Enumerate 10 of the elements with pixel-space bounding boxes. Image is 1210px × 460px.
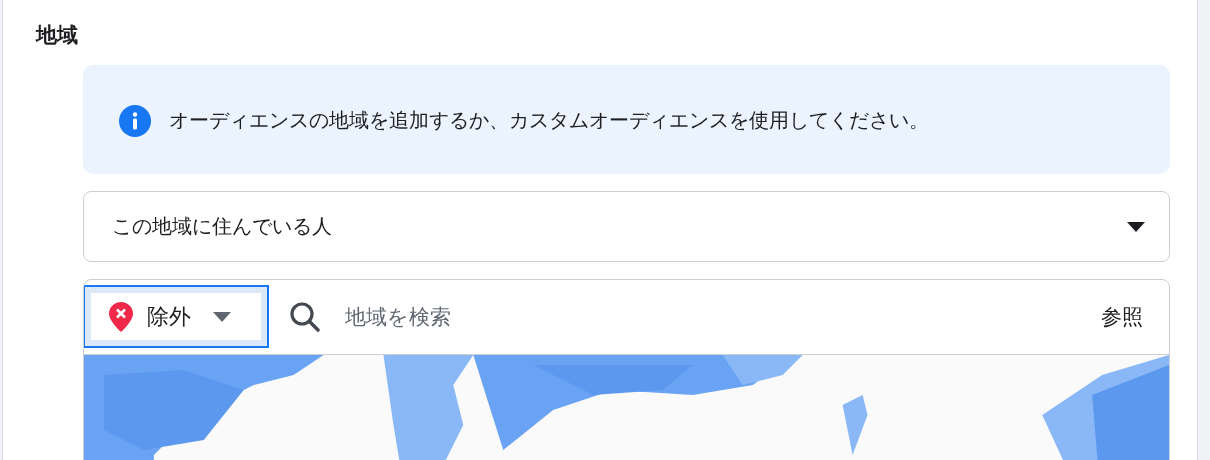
section-title: 地域 [36,22,79,49]
exclude-dropdown[interactable]: 除外 [84,285,269,348]
caret-icon [213,311,231,322]
caret-icon [1127,221,1145,232]
location-search-field[interactable]: 地域を検索 [343,304,1101,330]
info-icon [119,105,151,137]
search-icon [289,301,321,333]
notice-text: オーディエンスの地域を追加するか、カスタムオーディエンスを使用してください。 [169,107,930,134]
audience-select[interactable]: この地域に住んでいる人 [83,191,1170,262]
browse-link[interactable]: 参照 [1101,303,1143,331]
